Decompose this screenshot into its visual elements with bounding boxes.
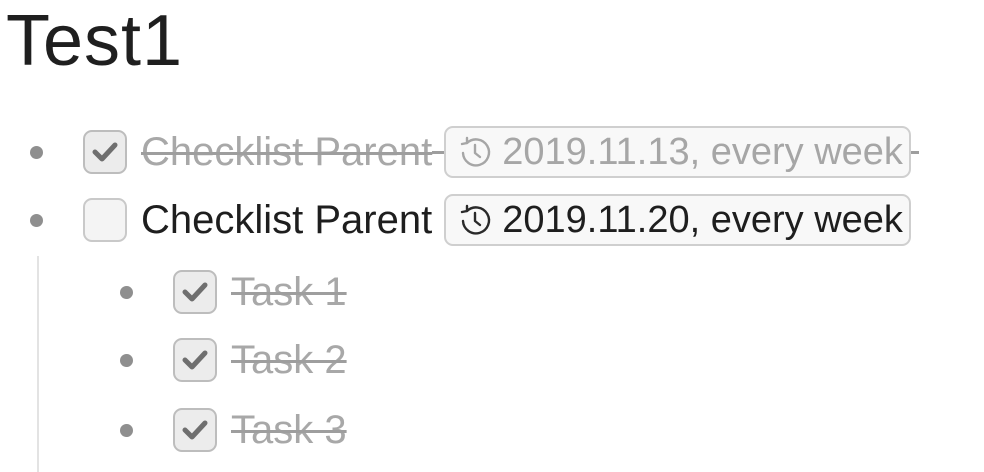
document-page: Test1 Checklist Parent 2019.11.13, every… (0, 0, 984, 472)
list-item-checklist-parent-completed: Checklist Parent 2019.11.13, every week (30, 124, 919, 180)
item-label[interactable]: Checklist Parent (141, 128, 432, 176)
list-item-checklist-parent-active: Checklist Parent 2019.11.20, every week (30, 192, 911, 248)
checkbox-checked[interactable] (173, 270, 217, 314)
strike-connector (432, 150, 445, 154)
bullet-icon[interactable] (120, 423, 133, 437)
bullet-icon[interactable] (120, 353, 133, 367)
date-chip-text: 2019.11.13, every week (502, 131, 903, 173)
checkbox-checked[interactable] (83, 130, 127, 174)
bullet-icon[interactable] (30, 213, 43, 227)
clock-repeat-icon (461, 204, 491, 235)
checkmark-icon (182, 282, 208, 302)
page-title[interactable]: Test1 (6, 2, 183, 80)
bullet-icon[interactable] (30, 145, 43, 159)
item-label[interactable]: Task 2 (231, 336, 347, 384)
checkmark-icon (92, 142, 118, 162)
checkmark-icon (182, 350, 208, 370)
date-chip-text: 2019.11.20, every week (502, 199, 903, 241)
item-label[interactable]: Checklist Parent (141, 196, 432, 244)
item-label[interactable]: Task 3 (231, 406, 347, 454)
checkbox-unchecked[interactable] (83, 198, 127, 242)
list-item-task: Task 3 (120, 402, 347, 458)
checkmark-icon (182, 420, 208, 440)
checkbox-checked[interactable] (173, 408, 217, 452)
list-item-task: Task 2 (120, 332, 347, 388)
clock-repeat-icon (461, 136, 491, 167)
indent-guide-line (37, 256, 39, 472)
list-item-task: Task 1 (120, 264, 347, 320)
recurring-date-chip[interactable]: 2019.11.20, every week (444, 194, 911, 246)
recurring-date-chip[interactable]: 2019.11.13, every week (444, 126, 911, 178)
checkbox-checked[interactable] (173, 338, 217, 382)
strike-connector (910, 150, 919, 154)
item-label[interactable]: Task 1 (231, 268, 347, 316)
bullet-icon[interactable] (120, 285, 133, 299)
